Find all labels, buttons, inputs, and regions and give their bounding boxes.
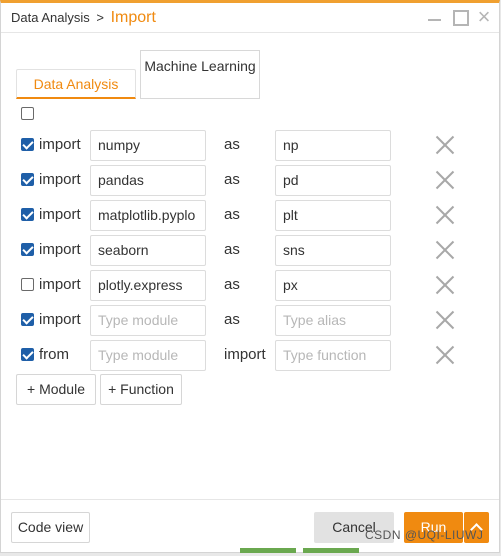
import-row: import matplotlib.pyplo as plt — [1, 200, 499, 232]
import-row: import plotly.express as px — [1, 270, 499, 302]
alias-input[interactable]: px — [275, 270, 391, 301]
module-input[interactable]: seaborn — [90, 235, 206, 266]
module-input[interactable]: numpy — [90, 130, 206, 161]
import-dialog: Data Analysis > Import × Data Analysis M… — [0, 0, 500, 553]
module-input[interactable]: Type module — [90, 340, 206, 371]
code-view-button[interactable]: Code view — [11, 512, 90, 543]
keyword-label: import — [39, 136, 81, 153]
joiner-label: as — [224, 206, 240, 223]
maximize-icon[interactable] — [451, 8, 469, 26]
breadcrumb-separator: > — [96, 10, 104, 25]
alias-input[interactable]: pd — [275, 165, 391, 196]
joiner-label: as — [224, 276, 240, 293]
joiner-label: import — [224, 346, 266, 363]
import-row: from Type module import Type function — [1, 340, 499, 372]
select-all-checkbox[interactable] — [21, 107, 34, 120]
row-checkbox[interactable] — [21, 278, 34, 291]
background-element — [303, 548, 359, 553]
close-icon[interactable] — [435, 170, 455, 190]
import-row: import numpy as np — [1, 130, 499, 162]
row-checkbox[interactable] — [21, 208, 34, 221]
module-input[interactable]: pandas — [90, 165, 206, 196]
add-module-button[interactable]: + Module — [16, 374, 96, 405]
joiner-label: as — [224, 241, 240, 258]
module-input[interactable]: plotly.express — [90, 270, 206, 301]
module-input[interactable]: Type module — [90, 305, 206, 336]
import-row: import pandas as pd — [1, 165, 499, 197]
close-icon[interactable] — [435, 135, 455, 155]
breadcrumb-current: Import — [110, 9, 156, 26]
joiner-label: as — [224, 311, 240, 328]
import-row: import Type module as Type alias — [1, 305, 499, 337]
watermark: CSDN @UQI-LIUWJ — [365, 528, 484, 542]
close-icon[interactable] — [435, 310, 455, 330]
row-checkbox[interactable] — [21, 173, 34, 186]
close-icon[interactable] — [435, 345, 455, 365]
tab-machine-learning[interactable]: Machine Learning — [140, 50, 260, 99]
close-icon[interactable] — [435, 205, 455, 225]
add-function-button[interactable]: + Function — [100, 374, 182, 405]
close-icon[interactable] — [435, 240, 455, 260]
alias-input[interactable]: np — [275, 130, 391, 161]
title-bar: Data Analysis > Import × — [1, 3, 499, 33]
keyword-label: import — [39, 206, 81, 223]
module-input[interactable]: matplotlib.pyplo — [90, 200, 206, 231]
alias-input[interactable]: plt — [275, 200, 391, 231]
alias-input[interactable]: Type function — [275, 340, 391, 371]
row-checkbox[interactable] — [21, 138, 34, 151]
close-icon[interactable] — [435, 275, 455, 295]
tab-data-analysis[interactable]: Data Analysis — [16, 69, 136, 99]
breadcrumb-parent[interactable]: Data Analysis — [11, 10, 90, 25]
keyword-label: import — [39, 276, 81, 293]
import-row: import seaborn as sns — [1, 235, 499, 267]
close-window-icon[interactable]: × — [475, 6, 493, 28]
row-checkbox[interactable] — [21, 313, 34, 326]
alias-input[interactable]: Type alias — [275, 305, 391, 336]
background-element — [240, 548, 296, 553]
keyword-label: import — [39, 171, 81, 188]
row-checkbox[interactable] — [21, 243, 34, 256]
keyword-label: import — [39, 311, 81, 328]
row-checkbox[interactable] — [21, 348, 34, 361]
keyword-label: from — [39, 346, 69, 363]
alias-input[interactable]: sns — [275, 235, 391, 266]
joiner-label: as — [224, 136, 240, 153]
minimize-icon[interactable] — [425, 8, 443, 26]
keyword-label: import — [39, 241, 81, 258]
breadcrumb: Data Analysis > Import — [11, 9, 156, 27]
joiner-label: as — [224, 171, 240, 188]
